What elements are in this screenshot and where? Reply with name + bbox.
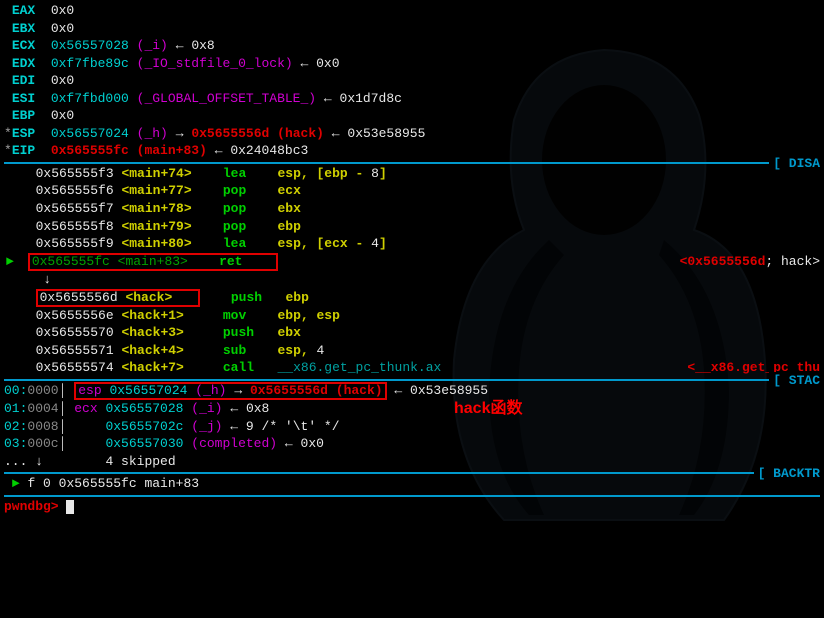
disasm-line: 0x56555571 <hack+4> sub esp, 4 bbox=[20, 342, 820, 360]
stack-section: 00:0000│ esp 0x56557024 (_h) → 0x5655556… bbox=[4, 382, 820, 470]
reg-value: 0x0 bbox=[51, 21, 74, 36]
stack-line: 01:0004│ ecx 0x56557028 (_i) ← 0x8 bbox=[4, 400, 820, 418]
reg-symbol: (_IO_stdfile_0_lock) bbox=[137, 56, 293, 71]
reg-symbol: (_GLOBAL_OFFSET_TABLE_) bbox=[137, 91, 316, 106]
stack-line: 00:0000│ esp 0x56557024 (_h) → 0x5655556… bbox=[4, 382, 820, 400]
stack-line: 02:0008│ 0x5655702c (_j) ← 9 /* '\t' */ bbox=[4, 418, 820, 436]
reg-value: 0x565555fc bbox=[51, 143, 129, 158]
disasm-line: 0x565555f3 <main+74> lea esp, [ebp - 8] bbox=[20, 165, 820, 183]
reg-name: ESI bbox=[12, 91, 35, 106]
section-divider-stack: [ STAC bbox=[4, 379, 820, 381]
current-instruction-arrow-icon: ► bbox=[6, 253, 14, 271]
disassembly-section: 0x565555f3 <main+74> lea esp, [ebp - 8] … bbox=[4, 165, 820, 377]
highlight-box-target: 0x5655556d <hack> bbox=[36, 289, 200, 307]
disasm-line-current: ► 0x565555fc <main+83> ret <0x5655556d; … bbox=[20, 253, 820, 271]
reg-name: EAX bbox=[12, 3, 35, 18]
backtrace-line: ► f 0 0x565555fc main+83 bbox=[4, 475, 820, 493]
disasm-line-target: 0x5655556d <hack> push ebp bbox=[20, 289, 820, 307]
section-divider-disasm: [ DISA bbox=[4, 162, 820, 164]
reg-name: EIP bbox=[12, 143, 35, 158]
registers-section: EAX 0x0 EBX 0x0 ECX 0x56557028 (_i) ← 0x… bbox=[4, 2, 820, 160]
backtrace-marker-icon: ► bbox=[12, 476, 20, 491]
cursor bbox=[66, 500, 74, 514]
stack-ellipsis: ... ↓ 4 skipped bbox=[4, 453, 820, 471]
reg-name: EDX bbox=[12, 56, 35, 71]
reg-symbol: (_i) bbox=[137, 38, 168, 53]
prompt-line[interactable]: pwndbg> bbox=[4, 498, 820, 516]
section-divider-end bbox=[4, 495, 820, 497]
reg-name: ECX bbox=[12, 38, 35, 53]
section-divider-backtrace: [ BACKTR bbox=[4, 472, 820, 474]
disasm-line: 0x565555f9 <main+80> lea esp, [ecx - 4] bbox=[20, 235, 820, 253]
reg-value: 0x0 bbox=[51, 108, 74, 123]
reg-name: EBX bbox=[12, 21, 35, 36]
disasm-line: 0x565555f8 <main+79> pop ebp bbox=[20, 218, 820, 236]
pwndbg-prompt: pwndbg> bbox=[4, 499, 59, 514]
reg-value: 0x0 bbox=[51, 3, 74, 18]
reg-value: 0xf7fbe89c bbox=[51, 56, 129, 71]
debugger-output: EAX 0x0 EBX 0x0 ECX 0x56557028 (_i) ← 0x… bbox=[0, 0, 824, 518]
disasm-line: 0x565555f6 <main+77> pop ecx bbox=[20, 182, 820, 200]
reg-symbol: (_h) bbox=[137, 126, 168, 141]
disasm-line: 0x5655556e <hack+1> mov ebp, esp bbox=[20, 307, 820, 325]
reg-name: EDI bbox=[12, 73, 35, 88]
reg-name: ESP bbox=[12, 126, 35, 141]
reg-value: 0xf7fbd000 bbox=[51, 91, 129, 106]
highlight-box-current: 0x565555fc <main+83> ret bbox=[28, 253, 278, 271]
disasm-line: 0x565555f7 <main+78> pop ebx bbox=[20, 200, 820, 218]
disasm-line: 0x56555574 <hack+7> call __x86.get_pc_th… bbox=[20, 359, 820, 377]
reg-symbol: (main+83) bbox=[137, 143, 207, 158]
stack-line: 03:000c│ 0x56557030 (completed) ← 0x0 bbox=[4, 435, 820, 453]
reg-value: 0x0 bbox=[51, 73, 74, 88]
disasm-line: 0x56555570 <hack+3> push ebx bbox=[20, 324, 820, 342]
disasm-flow-arrow: ↓ bbox=[20, 271, 820, 289]
annotation-hack-function: hack函数 bbox=[454, 398, 522, 420]
reg-value: 0x56557028 bbox=[51, 38, 129, 53]
highlight-box-stack-top: esp 0x56557024 (_h) → 0x5655556d (hack) bbox=[74, 382, 386, 400]
reg-name: EBP bbox=[12, 108, 35, 123]
reg-value: 0x56557024 bbox=[51, 126, 129, 141]
